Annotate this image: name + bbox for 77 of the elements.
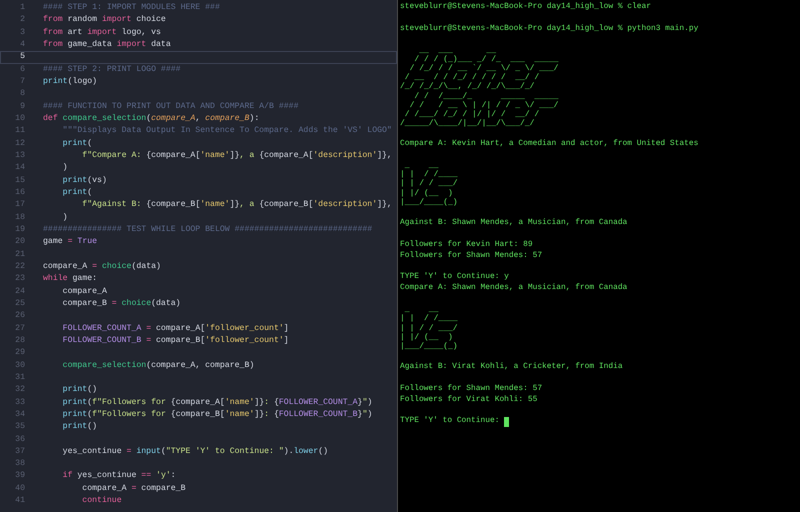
- line-number: 11: [14, 125, 25, 138]
- code-line: from random import choice: [43, 14, 166, 26]
- line-number: 31: [14, 372, 25, 384]
- code-line: while game:: [43, 273, 98, 286]
- line-number: 16: [14, 186, 25, 199]
- line-number: 5: [19, 51, 25, 64]
- line-number: 40: [14, 482, 25, 495]
- line-number: 15: [14, 174, 25, 187]
- ascii-art: _ __ | | / /____ | | / / ___/ | |/ (__ ) |___/____(_): [400, 305, 458, 352]
- line-number: 29: [14, 347, 25, 360]
- line-number: 14: [14, 162, 25, 174]
- code-line: f"Against B: {compare_B['name']}, a {compare_B['description']},: [81, 199, 392, 212]
- ascii-art: __ ___ __ / / / (_)___ _/ /_ ___ _____ / /_/ / / __ `/ __ \/ _ \/ ___/ / __ / / /_/ / / / / __/ / /_/ /_/_/\__, /_/ /_/\___/_/ / / /____/_ _____ _____ / / / __ \ | /| / / _ \/ ___/ / /___/ /_/ / |/ |/ / __/ / /_____/\____/|__/|__/\___/_/: [400, 46, 558, 128]
- line-number: 34: [14, 408, 25, 421]
- line-number: 33: [14, 396, 25, 409]
- code-line: FOLLOWER_COUNT_A = compare_A['follower_count']: [62, 322, 289, 335]
- line-number: 2: [19, 14, 25, 26]
- line-number: 39: [14, 470, 25, 482]
- line-number: 21: [14, 248, 25, 261]
- line-number: 27: [14, 322, 25, 335]
- line-number: 7: [19, 76, 25, 88]
- line-number: 10: [14, 112, 25, 125]
- code-line: print(): [62, 384, 98, 396]
- line-number: 37: [14, 446, 25, 458]
- ascii-art: _ __ | | / /____ | | / / ___/ | |/ (__ ) |___/____(_): [400, 161, 458, 208]
- code-line: ################ TEST WHILE LOOP BELOW ############################: [43, 224, 372, 236]
- line-number: 13: [14, 150, 25, 162]
- line-number: 32: [14, 384, 25, 396]
- code-line: compare_selection(compare_A, compare_B): [62, 360, 254, 372]
- code-line: """Displays Data Output In Sentence To Compare. Adds the 'VS' LOGO": [62, 125, 392, 138]
- code-line: from game_data import data: [43, 39, 171, 51]
- line-number: 6: [19, 64, 25, 76]
- code-line: #### STEP 1: IMPORT MODULES HERE ###: [43, 2, 220, 14]
- line-number: 23: [14, 273, 25, 286]
- code-line: game = True: [43, 236, 98, 248]
- line-number: 36: [14, 434, 25, 446]
- code-line: print(f"Followers for {compare_A['name']}: {FOLLOWER_COUNT_A}"): [62, 396, 372, 409]
- line-number: 26: [14, 310, 25, 322]
- code-line: compare_B = choice(data): [62, 298, 181, 310]
- code-line: print(): [62, 421, 98, 434]
- line-number: 22: [14, 260, 25, 273]
- line-number: 28: [14, 334, 25, 347]
- code-line: compare_A = compare_B: [81, 482, 186, 495]
- code-line: print(: [62, 186, 92, 199]
- code-line: continue: [81, 495, 122, 508]
- line-number: 17: [14, 199, 25, 212]
- line-number: 1: [19, 2, 25, 14]
- line-number: 3: [19, 26, 25, 39]
- line-number: 24: [14, 286, 25, 298]
- code-line: ): [62, 162, 68, 174]
- code-line: FOLLOWER_COUNT_B = compare_B['follower_count']: [62, 334, 289, 347]
- code-line: from art import logo, vs: [43, 26, 161, 39]
- line-number: 12: [14, 138, 25, 150]
- code-line: compare_A = choice(data): [43, 260, 161, 273]
- line-number: 25: [14, 298, 25, 310]
- line-number: 18: [14, 212, 25, 224]
- code-line: if yes_continue == 'y':: [62, 470, 176, 482]
- line-number: 19: [14, 224, 25, 236]
- line-number: 30: [14, 360, 25, 372]
- code-line: print(f"Followers for {compare_B['name']}: {FOLLOWER_COUNT_B}"): [62, 408, 372, 421]
- code-line: yes_continue = input("TYPE 'Y' to Continue: ").lower(): [62, 446, 328, 458]
- code-line: #### FUNCTION TO PRINT OUT DATA AND COMPARE A/B ####: [43, 100, 298, 113]
- line-number: 35: [14, 421, 25, 434]
- code-line: print(: [62, 138, 92, 150]
- line-number: 38: [14, 458, 25, 470]
- line-number: 9: [19, 100, 25, 113]
- code-line: print(vs): [62, 174, 107, 187]
- line-number: 4: [19, 39, 25, 51]
- code-line: f"Compare A: {compare_A['name']}, a {compare_A['description']},: [81, 150, 392, 162]
- line-number: 20: [14, 236, 25, 248]
- line-number: 8: [19, 88, 25, 100]
- code-line: #### STEP 2: PRINT LOGO ####: [43, 64, 181, 76]
- code-line: print(logo): [43, 76, 98, 88]
- line-number: 41: [14, 495, 25, 508]
- code-line: compare_A: [62, 286, 107, 298]
- code-line: ): [62, 212, 68, 224]
- code-line: def compare_selection(compare_A, compare_B):: [43, 112, 260, 125]
